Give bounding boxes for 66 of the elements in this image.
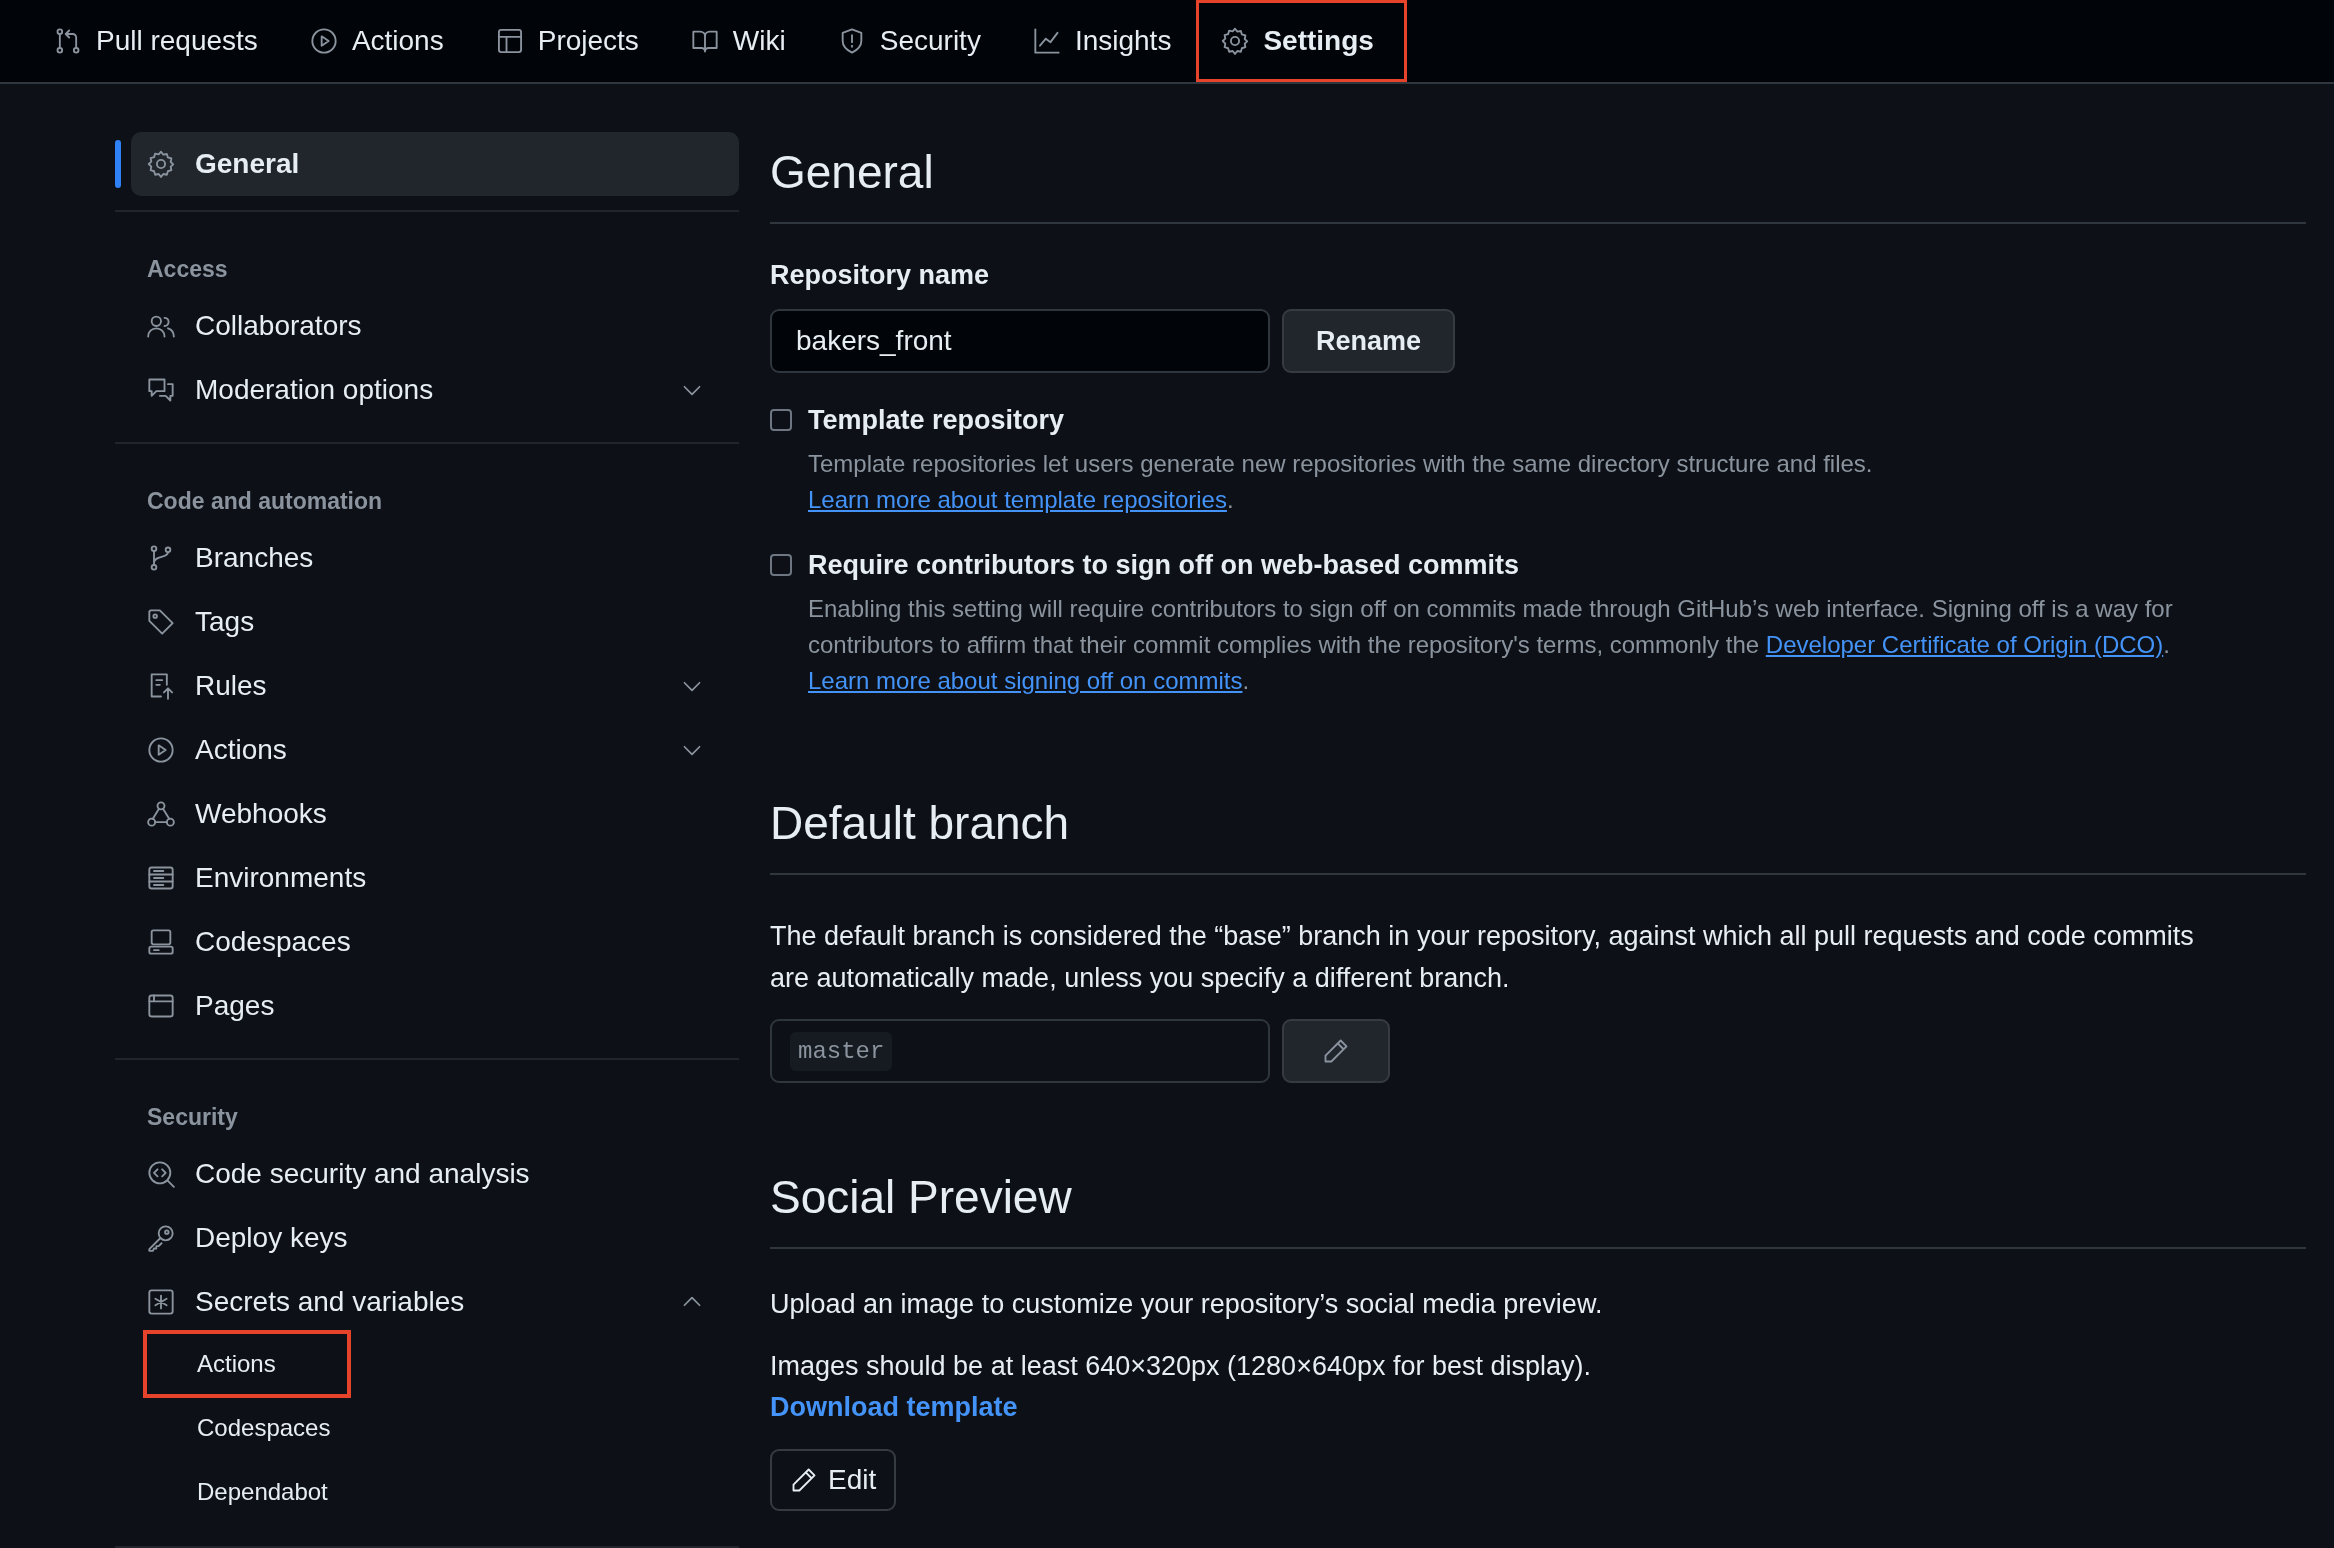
text-field[interactable]: bakers_front [770,309,1270,373]
rename-button[interactable]: Rename [1282,309,1456,373]
description-text: Template repositories let users generate new repositories with the same directory structure and files. Learn more about template repositories. [808,449,1874,515]
link[interactable]: Developer Certificate of Origin (DCO) [1765,631,2164,658]
nav-tab[interactable]: Actions [285,3,468,79]
sidebar-item[interactable]: Deploy keys [115,1206,739,1270]
asterisk-icon [147,1288,175,1316]
checkbox[interactable] [770,409,792,431]
description-text: Images should be at least 640×320px (1280×640px for best display). [770,1350,1593,1383]
sidebar-item[interactable]: Secrets and variables [115,1270,739,1334]
sidebar-item[interactable]: Actions [115,718,739,782]
sidebar-item[interactable]: Collaborators [115,294,739,358]
section-heading: Access [146,255,229,284]
sidebar-item[interactable]: Tags [115,590,739,654]
sidebar-subitem[interactable]: Codespaces [147,1398,347,1458]
link[interactable]: Learn more about template repositories [808,486,1227,513]
edit-branch-button[interactable] [1282,1019,1390,1083]
sidebar-item[interactable]: General [131,132,739,196]
section-title: Default branch [770,796,1071,851]
nav-tab[interactable]: Projects [471,3,663,79]
play-icon [309,27,338,55]
checkbox-label: Template repository [808,405,1066,436]
sidebar-item[interactable]: Environments [115,846,739,910]
table-icon [495,27,524,55]
comments-icon [147,376,175,404]
computer-icon [147,928,175,956]
nav-tab[interactable]: Security [813,3,1005,79]
description-text: Enabling this setting will require contributors to sign off on commits made through GitHub’s web interface. Signing off is a way for contributors to affirm that their commit complies with the repository's terms, commonly the Developer Certificate of Origin (DCO). Learn more about signing off on commits. [808,594,2174,696]
server-icon [147,864,175,892]
pencil-icon [1322,1037,1350,1065]
download-template-link[interactable]: Download template [770,1387,1018,1427]
link[interactable]: Learn more about signing off on commits [808,667,1243,694]
section-heading: Code and automation [146,487,384,516]
sidebar-item[interactable]: Code security and analysis [115,1142,739,1206]
tag-icon [147,608,175,636]
description-text: The default branch is considered the “base” branch in your repository, against which all pull requests and code commits are automatically made, unless you specify a different branch. [770,920,2195,995]
sidebar-item[interactable]: Branches [115,526,739,590]
nav-tab[interactable]: Wiki [666,3,810,79]
nav-tab[interactable]: Insights [1008,3,1196,79]
checkbox[interactable] [770,554,792,576]
branch-name: master [790,1031,893,1071]
key-icon [147,1224,175,1252]
line-graph-icon [1032,27,1061,55]
sidebar-item[interactable]: Moderation options [115,358,739,422]
nav-tab[interactable]: Pull requests [30,3,282,79]
sidebar-item[interactable]: Codespaces [115,910,739,974]
section-title: General [770,145,935,200]
settings-icon [1221,27,1250,55]
description-text: Upload an image to customize your repository’s social media preview. [770,1288,1604,1321]
pull-request-icon [54,27,82,55]
section-title: Social Preview [770,1170,1073,1225]
browser-icon [147,992,175,1020]
play-icon [147,736,175,764]
field-label: Repository name [770,260,991,291]
code-scan-icon [147,1160,175,1188]
edit-button[interactable]: Edit [770,1449,897,1511]
webhook-icon [147,800,175,828]
settings-icon [147,150,175,178]
nav-tab[interactable]: Settings [1199,3,1404,79]
sidebar-item[interactable]: Pages [115,974,739,1038]
pencil-icon [790,1466,818,1494]
checkbox-label: Require contributors to sign off on web-based commits [808,550,1521,581]
sidebar-item[interactable]: Rules [115,654,739,718]
sidebar-subitem[interactable]: Dependabot [147,1462,347,1522]
sidebar-item[interactable]: Webhooks [115,782,739,846]
section-heading: Security [146,1103,239,1132]
